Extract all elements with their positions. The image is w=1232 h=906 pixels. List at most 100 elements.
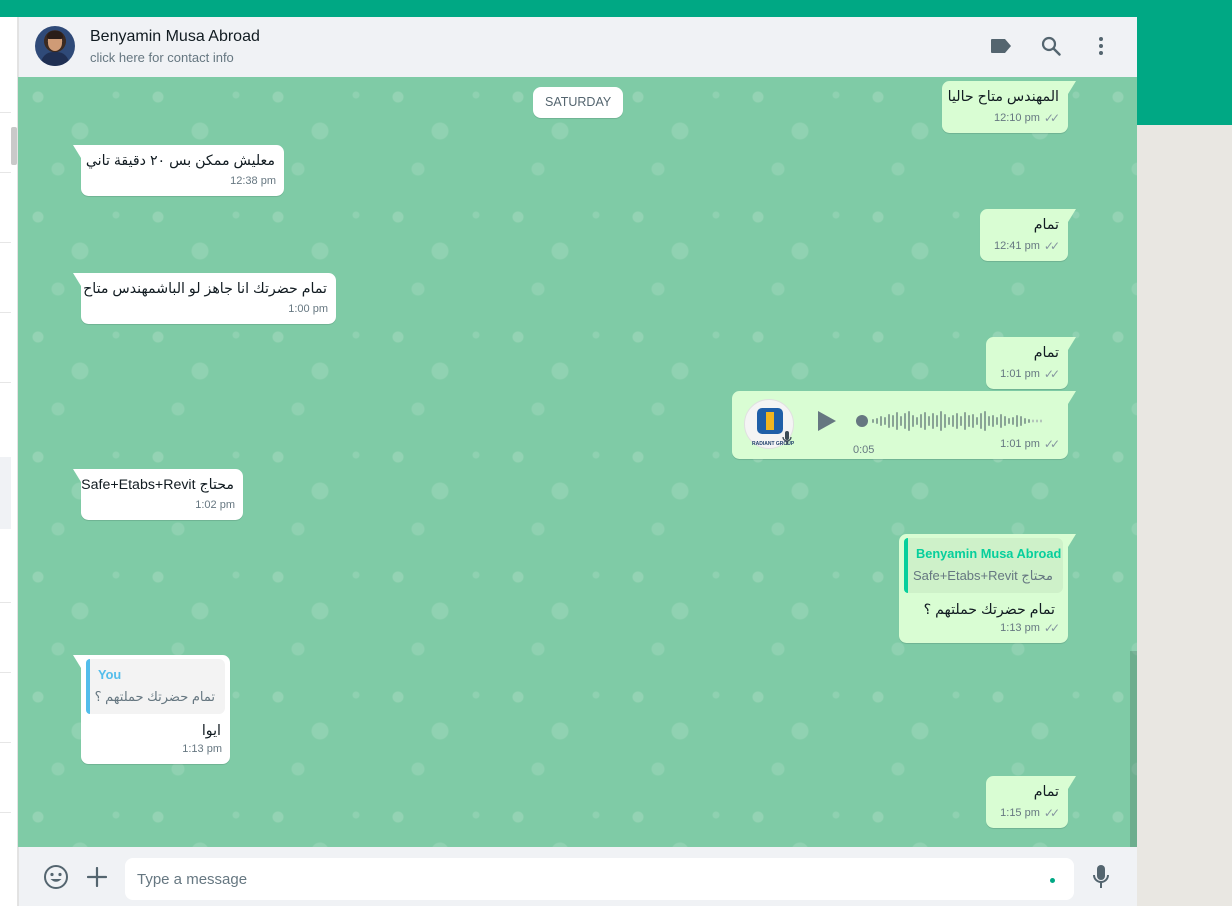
message-bubble-outgoing[interactable]: تمام 1:15 pm ✓✓ [986, 776, 1076, 828]
message-text: معليش ممكن بس ٢٠ دقيقة تاني [85, 153, 275, 169]
message-text: تمام حضرتك حملتهم ؟ [923, 602, 1055, 618]
waveform-bar [920, 414, 922, 428]
message-bubble-outgoing[interactable]: تمام 1:01 pm ✓✓ [986, 337, 1076, 389]
waveform-bar [936, 415, 938, 427]
message-text: تمام [1033, 345, 1059, 361]
message-text: تمام [1033, 784, 1059, 800]
message-bubble-incoming[interactable]: معليش ممكن بس ٢٠ دقيقة تاني 12:38 pm [73, 145, 284, 196]
quoted-sender: You [98, 667, 122, 682]
message-time: 1:00 pm [288, 303, 328, 315]
quoted-text: تمام حضرتك حملتهم ؟ [94, 689, 215, 704]
waveform-bar [992, 415, 994, 427]
background-panel [1137, 125, 1232, 906]
read-receipt-icon: ✓✓ [1043, 111, 1060, 125]
voice-duration: 0:05 [853, 444, 875, 456]
chat-list-item-selected[interactable] [0, 457, 11, 529]
contact-avatar[interactable] [35, 26, 75, 66]
waveform-bar [1004, 416, 1006, 426]
microphone-icon [782, 431, 792, 451]
divider [0, 812, 11, 813]
date-separator: SATURDAY [533, 87, 624, 118]
waveform-bar [1032, 419, 1034, 423]
message-bubble-outgoing[interactable]: المهندس متاح حاليا 12:10 pm ✓✓ [942, 81, 1076, 133]
message-time: 1:13 pm [182, 743, 222, 755]
contact-name[interactable]: Benyamin Musa Abroad [90, 28, 260, 46]
quoted-text: محتاج Safe+Etabs+Revit [912, 568, 1053, 583]
waveform-bar [952, 415, 954, 427]
waveform-bar [884, 417, 886, 425]
logo-icon [757, 408, 783, 434]
waveform-bar [944, 414, 946, 428]
waveform-bar [968, 415, 970, 427]
status-dot [1050, 878, 1055, 883]
message-text: تمام حضرتك انا جاهز لو الباشمهندس متاح [83, 281, 327, 297]
play-icon[interactable] [816, 409, 838, 433]
chat-header[interactable]: Benyamin Musa Abroad click here for cont… [18, 17, 1137, 77]
menu-icon[interactable] [1088, 33, 1114, 59]
waveform-bar [880, 416, 882, 426]
composer-bar[interactable] [18, 847, 1137, 906]
contact-info-hint[interactable]: click here for contact info [90, 50, 234, 65]
waveform-bar [928, 416, 930, 426]
read-receipt-icon: ✓✓ [1043, 437, 1060, 451]
top-accent-bar [0, 0, 1232, 17]
microphone-icon[interactable] [1088, 864, 1114, 890]
message-input[interactable] [125, 858, 1074, 900]
waveform-bar [908, 411, 910, 431]
waveform-bar [988, 416, 990, 426]
message-bubble-incoming[interactable]: محتاج Safe+Etabs+Revit 1:02 pm [73, 469, 243, 520]
voice-message-bubble[interactable]: RADIANT GROUP 0:05 1:01 pm ✓✓ [732, 391, 1076, 459]
quoted-message[interactable]: Benyamin Musa Abroad محتاج Safe+Etabs+Re… [904, 538, 1063, 593]
waveform-bar [960, 416, 962, 426]
message-time: 1:01 pm [1000, 438, 1040, 450]
waveform-bar [940, 411, 942, 431]
message-bubble-outgoing[interactable]: تمام 12:41 pm ✓✓ [980, 209, 1076, 261]
waveform-bar [1016, 415, 1018, 427]
waveform-bar [948, 417, 950, 425]
waveform-bar [912, 415, 914, 427]
quoted-sender: Benyamin Musa Abroad [916, 546, 1062, 561]
waveform-bar [916, 417, 918, 425]
waveform-bar [924, 412, 926, 430]
message-bubble-incoming[interactable]: تمام حضرتك انا جاهز لو الباشمهندس متاح 1… [73, 273, 336, 324]
waveform-bar [1020, 416, 1022, 426]
divider [0, 602, 11, 603]
divider [0, 312, 11, 313]
waveform-bar [980, 413, 982, 429]
message-time: 12:41 pm [994, 240, 1040, 252]
search-icon[interactable] [1038, 33, 1064, 59]
message-pane-scrollbar[interactable] [1130, 651, 1137, 847]
chat-list-edge[interactable] [0, 17, 18, 906]
background-accent-panel [1137, 17, 1232, 125]
message-text: المهندس متاح حاليا [947, 89, 1059, 105]
waveform-bar [892, 415, 894, 427]
waveform-bar [1012, 417, 1014, 425]
divider [0, 112, 11, 113]
message-text: محتاج Safe+Etabs+Revit [81, 477, 234, 493]
message-text: تمام [1033, 217, 1059, 233]
chat-list-scrollbar[interactable] [11, 127, 17, 165]
message-bubble-outgoing-reply[interactable]: Benyamin Musa Abroad محتاج Safe+Etabs+Re… [899, 534, 1076, 643]
message-time: 1:15 pm [1000, 807, 1040, 819]
waveform[interactable] [856, 409, 1046, 433]
message-pane[interactable]: SATURDAY المهندس متاح حاليا 12:10 pm ✓✓ م… [18, 77, 1137, 847]
read-receipt-icon: ✓✓ [1043, 239, 1060, 253]
waveform-bar [972, 414, 974, 428]
waveform-bar [996, 417, 998, 425]
divider [0, 172, 11, 173]
divider [0, 672, 11, 673]
message-bubble-incoming-reply[interactable]: You تمام حضرتك حملتهم ؟ ايوا 1:13 pm [73, 655, 230, 764]
divider [0, 382, 11, 383]
waveform-bar [900, 416, 902, 426]
waveform-bar [976, 417, 978, 425]
label-icon[interactable] [988, 33, 1014, 59]
waveform-bar [1000, 414, 1002, 428]
divider [0, 742, 11, 743]
waveform-bar [984, 411, 986, 431]
waveform-bar [1036, 419, 1038, 423]
message-time: 12:38 pm [230, 175, 276, 187]
attach-plus-icon[interactable] [84, 864, 110, 890]
emoji-icon[interactable] [43, 864, 69, 890]
quoted-message[interactable]: You تمام حضرتك حملتهم ؟ [86, 659, 225, 714]
read-receipt-icon: ✓✓ [1043, 806, 1060, 820]
